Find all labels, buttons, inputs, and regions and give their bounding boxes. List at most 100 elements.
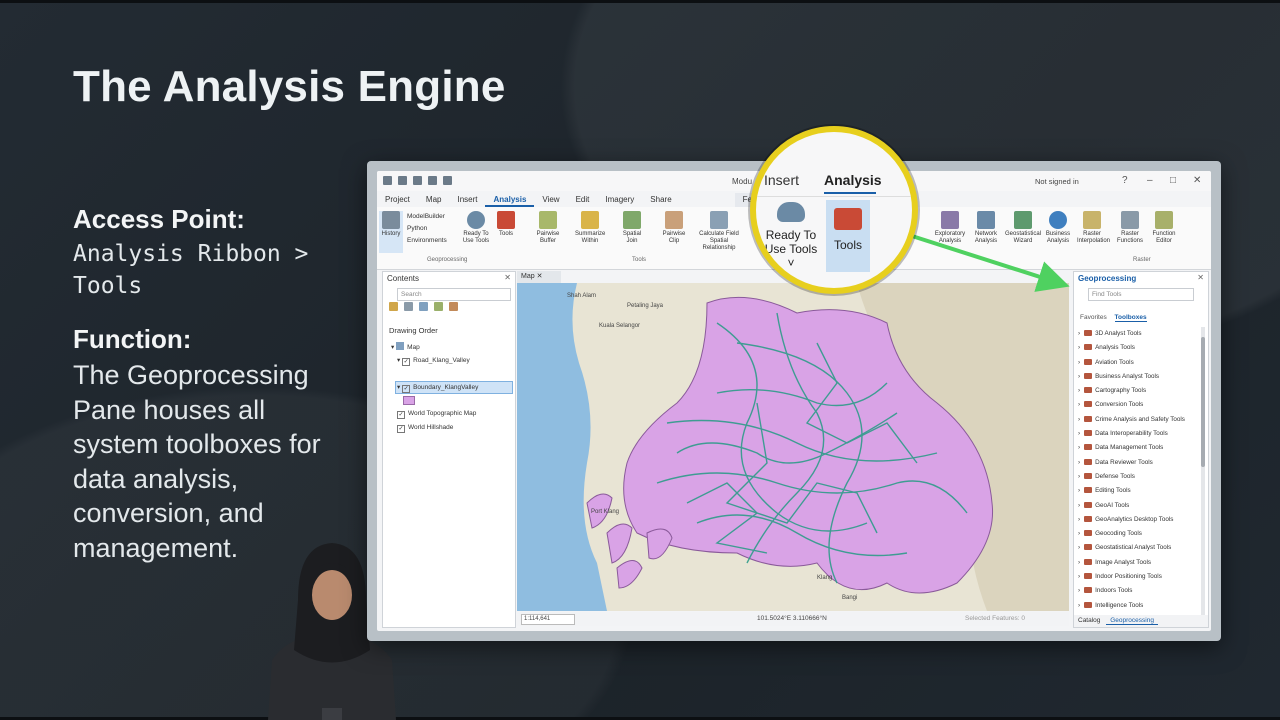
raster-functions-button[interactable]: Raster Functions	[1115, 211, 1145, 245]
toolbox-item[interactable]: › GeoAnalytics Desktop Tools	[1078, 513, 1198, 527]
contents-close-icon[interactable]: ✕	[504, 273, 511, 282]
callout-ready-line2: Use Tools ˅	[764, 242, 818, 270]
raster-interp-label: Raster Interpolation	[1077, 231, 1111, 244]
raster-interpolation-button[interactable]: Raster Interpolation	[1077, 211, 1111, 245]
list-by-drawing-order-icon[interactable]	[389, 302, 398, 311]
toolbox-item[interactable]: › Geostatistical Analyst Tools	[1078, 541, 1198, 555]
sign-in-status[interactable]: Not signed in	[1035, 177, 1079, 186]
raster-group-label: Raster	[1133, 257, 1151, 263]
layer-boundary[interactable]: ▾ ✓ Boundary_KlangValley	[397, 383, 478, 393]
layer-hillshade-checkbox[interactable]: ✓	[397, 425, 405, 433]
history-button[interactable]: History	[379, 211, 403, 253]
contents-search-input[interactable]: Search	[397, 288, 511, 301]
map-canvas[interactable]: Shah Alam Petaling Jaya Kuala Selangor P…	[517, 283, 1069, 611]
toolbox-item[interactable]: › Conversion Tools	[1078, 398, 1198, 412]
environments-button[interactable]: Environments	[407, 235, 447, 247]
ready-to-use-tools-button[interactable]: Ready To Use Tools	[461, 211, 491, 245]
function-editor-button[interactable]: Function Editor	[1149, 211, 1179, 245]
tab-map[interactable]: Map	[418, 193, 450, 207]
tab-insert[interactable]: Insert	[449, 193, 485, 207]
list-by-editing-icon[interactable]	[434, 302, 443, 311]
toolbox-item[interactable]: › Data Management Tools	[1078, 441, 1198, 455]
summarize-within-button[interactable]: Summarize Within	[575, 211, 605, 245]
toolbox-item[interactable]: › Business Analyst Tools	[1078, 370, 1198, 384]
pairwise-buffer-button[interactable]: Pairwise Buffer	[533, 211, 563, 245]
spatial-join-icon	[623, 211, 641, 229]
layer-map[interactable]: ▾ Map	[391, 342, 420, 351]
business-analysis-button[interactable]: Business Analysis	[1043, 211, 1073, 245]
tab-catalog[interactable]: Catalog	[1074, 617, 1104, 624]
toolbox-item[interactable]: › Intelligence Tools	[1078, 599, 1198, 613]
raster-functions-label: Raster Functions	[1116, 231, 1143, 244]
tab-toolboxes[interactable]: Toolboxes	[1114, 314, 1147, 322]
layer-road-checkbox[interactable]: ✓	[402, 358, 411, 366]
minimize-icon[interactable]: –	[1147, 175, 1153, 186]
find-tools-input[interactable]: Find Tools	[1088, 288, 1194, 301]
calculate-field-button[interactable]: Calculate Field Spatial Relationship	[699, 211, 739, 252]
spatial-join-button[interactable]: Spatial Join	[617, 211, 647, 245]
scale-selector[interactable]: 1:114,641	[521, 614, 575, 625]
new-project-icon[interactable]	[383, 176, 392, 185]
toolbox-item[interactable]: › Analysis Tools	[1078, 341, 1198, 355]
toolbox-item[interactable]: › Defense Tools	[1078, 470, 1198, 484]
exploratory-analysis-button[interactable]: Exploratory Analysis	[931, 211, 969, 245]
tab-geoprocessing[interactable]: Geoprocessing	[1106, 617, 1158, 625]
python-button[interactable]: Python	[407, 223, 447, 235]
layer-map-label: Map	[407, 344, 420, 351]
function-label: Function:	[73, 324, 192, 354]
scrollbar-thumb[interactable]	[1201, 337, 1205, 467]
map-view[interactable]: Shah Alam Petaling Jaya Kuala Selangor P…	[517, 283, 1069, 611]
tab-view[interactable]: View	[534, 193, 567, 207]
callout-ready-line1: Ready To	[765, 228, 817, 242]
layer-topographic[interactable]: ✓ World Topographic Map	[397, 410, 476, 419]
network-analysis-button[interactable]: Network Analysis	[971, 211, 1001, 245]
tab-edit[interactable]: Edit	[568, 193, 598, 207]
list-by-source-icon[interactable]	[404, 302, 413, 311]
clip-icon	[665, 211, 683, 229]
toolbox-item[interactable]: › GeoAI Tools	[1078, 499, 1198, 513]
tab-analysis[interactable]: Analysis	[485, 193, 535, 207]
toolbox-icon	[1084, 601, 1093, 608]
pairwise-clip-button[interactable]: Pairwise Clip	[659, 211, 689, 245]
toolbox-item[interactable]: › 3D Analyst Tools	[1078, 327, 1198, 341]
geoprocessing-close-icon[interactable]: ✕	[1197, 273, 1204, 282]
maximize-icon[interactable]: □	[1170, 175, 1176, 186]
toolbox-item[interactable]: › Indoors Tools	[1078, 584, 1198, 598]
ready-to-use-label: Ready To Use Tools	[462, 231, 490, 244]
tools-button[interactable]: Tools	[491, 211, 521, 238]
toolbox-item[interactable]: › Crime Analysis and Safety Tools	[1078, 413, 1198, 427]
layer-road[interactable]: ▾ ✓ Road_Klang_Valley	[397, 356, 470, 366]
toolbox-list: › 3D Analyst Tools › Analysis Tools › Aviat…	[1078, 327, 1198, 613]
history-label: History	[381, 231, 401, 237]
tab-favorites[interactable]: Favorites	[1080, 314, 1107, 321]
tab-share[interactable]: Share	[642, 193, 679, 207]
tab-project[interactable]: Project	[377, 193, 418, 207]
toolbox-item[interactable]: › Cartography Tools	[1078, 384, 1198, 398]
tab-imagery[interactable]: Imagery	[597, 193, 642, 207]
list-by-labeling-icon[interactable]	[449, 302, 458, 311]
toolbox-scrollbar[interactable]	[1201, 327, 1205, 617]
toolbox-item[interactable]: › Data Reviewer Tools	[1078, 456, 1198, 470]
modelbuilder-button[interactable]: ModelBuilder	[407, 211, 447, 223]
layer-topo-checkbox[interactable]: ✓	[397, 411, 405, 419]
list-by-selection-icon[interactable]	[419, 302, 428, 311]
toolbox-item[interactable]: › Geocoding Tools	[1078, 527, 1198, 541]
map-view-tab[interactable]: Map ✕	[517, 271, 561, 283]
toolbox-item[interactable]: › Image Analyst Tools	[1078, 556, 1198, 570]
help-icon[interactable]: ?	[1122, 175, 1128, 186]
open-icon[interactable]	[398, 176, 407, 185]
layer-hillshade[interactable]: ✓ World Hillshade	[397, 424, 453, 433]
toolbox-item[interactable]: › Editing Tools	[1078, 484, 1198, 498]
save-icon[interactable]	[413, 176, 422, 185]
geostatistical-wizard-button[interactable]: Geostatistical Wizard	[1005, 211, 1041, 245]
place-label-1: Petaling Jaya	[627, 303, 664, 309]
toolbox-item[interactable]: › Indoor Positioning Tools	[1078, 570, 1198, 584]
toolbox-item[interactable]: › Aviation Tools	[1078, 356, 1198, 370]
summarize-within-label: Summarize Within	[575, 231, 606, 244]
undo-icon[interactable]	[428, 176, 437, 185]
toolbox-item[interactable]: › Data Interoperability Tools	[1078, 427, 1198, 441]
close-icon[interactable]: ✕	[1193, 175, 1201, 186]
toolbox-icon	[1084, 544, 1093, 551]
layer-boundary-checkbox[interactable]: ✓	[402, 385, 411, 393]
redo-icon[interactable]	[443, 176, 452, 185]
